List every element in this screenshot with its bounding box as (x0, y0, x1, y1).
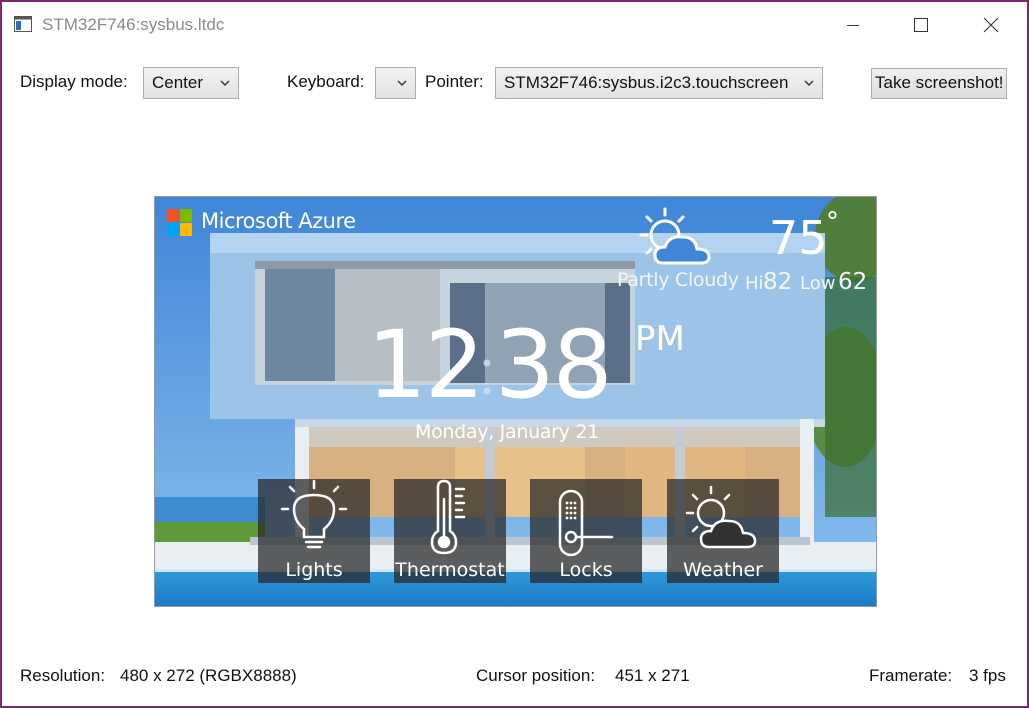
clock-hours: 12 (367, 311, 485, 420)
chevron-down-icon (397, 80, 407, 86)
display-mode-select[interactable]: Center (143, 67, 239, 99)
close-button[interactable] (968, 8, 1014, 42)
keyboard-label: Keyboard: (287, 72, 365, 91)
lcd-display[interactable]: Microsoft Azure 75 ° Partly Cloudy Hi 82… (154, 196, 877, 607)
emulator-window: STM32F746:sysbus.ltdc Display mode: Cent… (0, 0, 1029, 708)
thermostat-tile[interactable]: Thermostat (394, 479, 506, 583)
resolution-label: Resolution: (20, 666, 106, 685)
thermostat-tile-label: Thermostat (395, 559, 505, 581)
clock-ampm: PM (635, 319, 685, 359)
take-screenshot-button[interactable]: Take screenshot! (871, 68, 1007, 99)
chevron-down-icon (804, 80, 814, 86)
microsoft-logo-icon (167, 209, 193, 237)
framerate-value: 3 fps (969, 666, 1006, 685)
minimize-button[interactable] (830, 8, 876, 42)
cursor-position-label: Cursor position: (476, 666, 596, 685)
thermometer-icon (430, 479, 466, 555)
locks-tile[interactable]: Locks (530, 479, 642, 583)
brand-label: Microsoft Azure (201, 209, 356, 233)
window-title: STM32F746:sysbus.ltdc (42, 15, 225, 34)
partly-cloudy-icon (685, 485, 757, 549)
minimize-icon (847, 25, 859, 26)
pointer-value: STM32F746:sysbus.i2c3.touchscreen (504, 73, 789, 92)
display-mode-label: Display mode: (20, 72, 128, 91)
low-label: Low (800, 273, 836, 294)
cursor-position-value: 451 x 271 (615, 666, 690, 685)
framerate-label: Framerate: (869, 666, 953, 685)
low-value: 62 (838, 269, 868, 295)
degree-symbol: ° (826, 207, 839, 237)
app-window-icon (14, 16, 32, 32)
door-lock-icon (558, 489, 614, 557)
lightbulb-icon (280, 479, 348, 549)
pointer-label: Pointer: (425, 72, 484, 91)
clock-colon (483, 359, 491, 395)
clock-minutes: 38 (495, 311, 613, 420)
chevron-down-icon (220, 80, 230, 86)
title-bar[interactable]: STM32F746:sysbus.ltdc (2, 2, 1027, 48)
close-icon (983, 17, 999, 33)
resolution-value: 480 x 272 (RGBX8888) (120, 666, 297, 685)
display-mode-value: Center (152, 73, 204, 92)
keyboard-select[interactable] (375, 67, 416, 99)
weather-tile[interactable]: Weather (667, 479, 779, 583)
maximize-icon (914, 18, 928, 32)
maximize-button[interactable] (898, 8, 944, 42)
pointer-select[interactable]: STM32F746:sysbus.i2c3.touchscreen (495, 67, 823, 99)
hi-label: Hi (745, 273, 764, 294)
date-label: Monday, January 21 (415, 421, 599, 443)
temperature-value: 75 (769, 211, 828, 265)
lights-tile[interactable]: Lights (258, 479, 370, 583)
locks-tile-label: Locks (559, 559, 613, 581)
weather-condition: Partly Cloudy (617, 269, 739, 291)
weather-tile-label: Weather (683, 559, 763, 581)
hi-value: 82 (763, 269, 793, 295)
partly-cloudy-icon (639, 207, 711, 265)
lights-tile-label: Lights (285, 559, 343, 581)
